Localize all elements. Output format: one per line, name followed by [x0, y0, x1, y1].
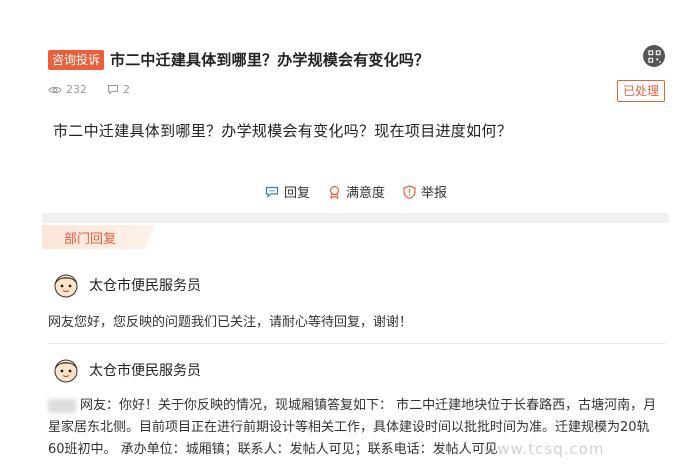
satisfaction-button[interactable]: 满意度	[328, 182, 385, 201]
comments-count: 2	[107, 83, 130, 96]
reply-header: 太仓市便民服务员	[48, 355, 665, 385]
redacted-text	[48, 398, 76, 413]
reply-author: 太仓市便民服务员	[89, 278, 201, 294]
comment-icon	[107, 84, 119, 95]
eye-icon	[48, 86, 62, 93]
shield-alert-icon	[403, 184, 416, 199]
qr-code-button[interactable]	[643, 45, 665, 67]
section-divider	[42, 213, 669, 223]
satisfaction-label: 满意度	[346, 186, 386, 201]
post-meta: 232 2	[48, 83, 150, 96]
reply-body-prefix: 网友：	[80, 398, 120, 413]
department-reply-tab: 部门回复	[42, 225, 154, 249]
report-label: 举报	[421, 186, 448, 201]
avatar	[54, 359, 78, 383]
medal-icon	[329, 185, 340, 199]
avatar	[54, 274, 78, 298]
department-reply-label: 部门回复	[64, 232, 117, 247]
reply-label: 回复	[284, 186, 311, 201]
post-title: 市二中迁建具体到哪里？办学规模会有变化吗？	[110, 51, 430, 69]
action-bar: 回复 满意度 举报	[265, 182, 465, 201]
qr-code-icon	[647, 49, 661, 63]
comments-value: 2	[123, 83, 130, 96]
status-badge: 已处理	[617, 80, 665, 102]
reply-separator	[48, 343, 665, 344]
category-tag: 咨询投诉	[48, 49, 105, 70]
views-value: 232	[66, 83, 87, 96]
views-count: 232	[48, 83, 87, 96]
reply-button[interactable]: 回复	[265, 182, 310, 201]
reply-item: 太仓市便民服务员 网友您好，您反映的问题我们已关注，请耐心等待回复，谢谢！	[48, 270, 665, 334]
reply-author: 太仓市便民服务员	[89, 363, 201, 379]
reply-header: 太仓市便民服务员	[48, 270, 665, 300]
reply-icon	[265, 186, 279, 198]
post-title-row: 咨询投诉 市二中迁建具体到哪里？办学规模会有变化吗？	[48, 49, 429, 70]
reply-body: 网友您好，您反映的问题我们已关注，请耐心等待回复，谢谢！	[48, 315, 413, 330]
report-button[interactable]: 举报	[403, 182, 447, 201]
watermark: www.tcsq.com	[484, 440, 605, 458]
question-text: 市二中迁建具体到哪里？办学规模会有变化吗？现在项目进度如何？	[53, 122, 513, 140]
